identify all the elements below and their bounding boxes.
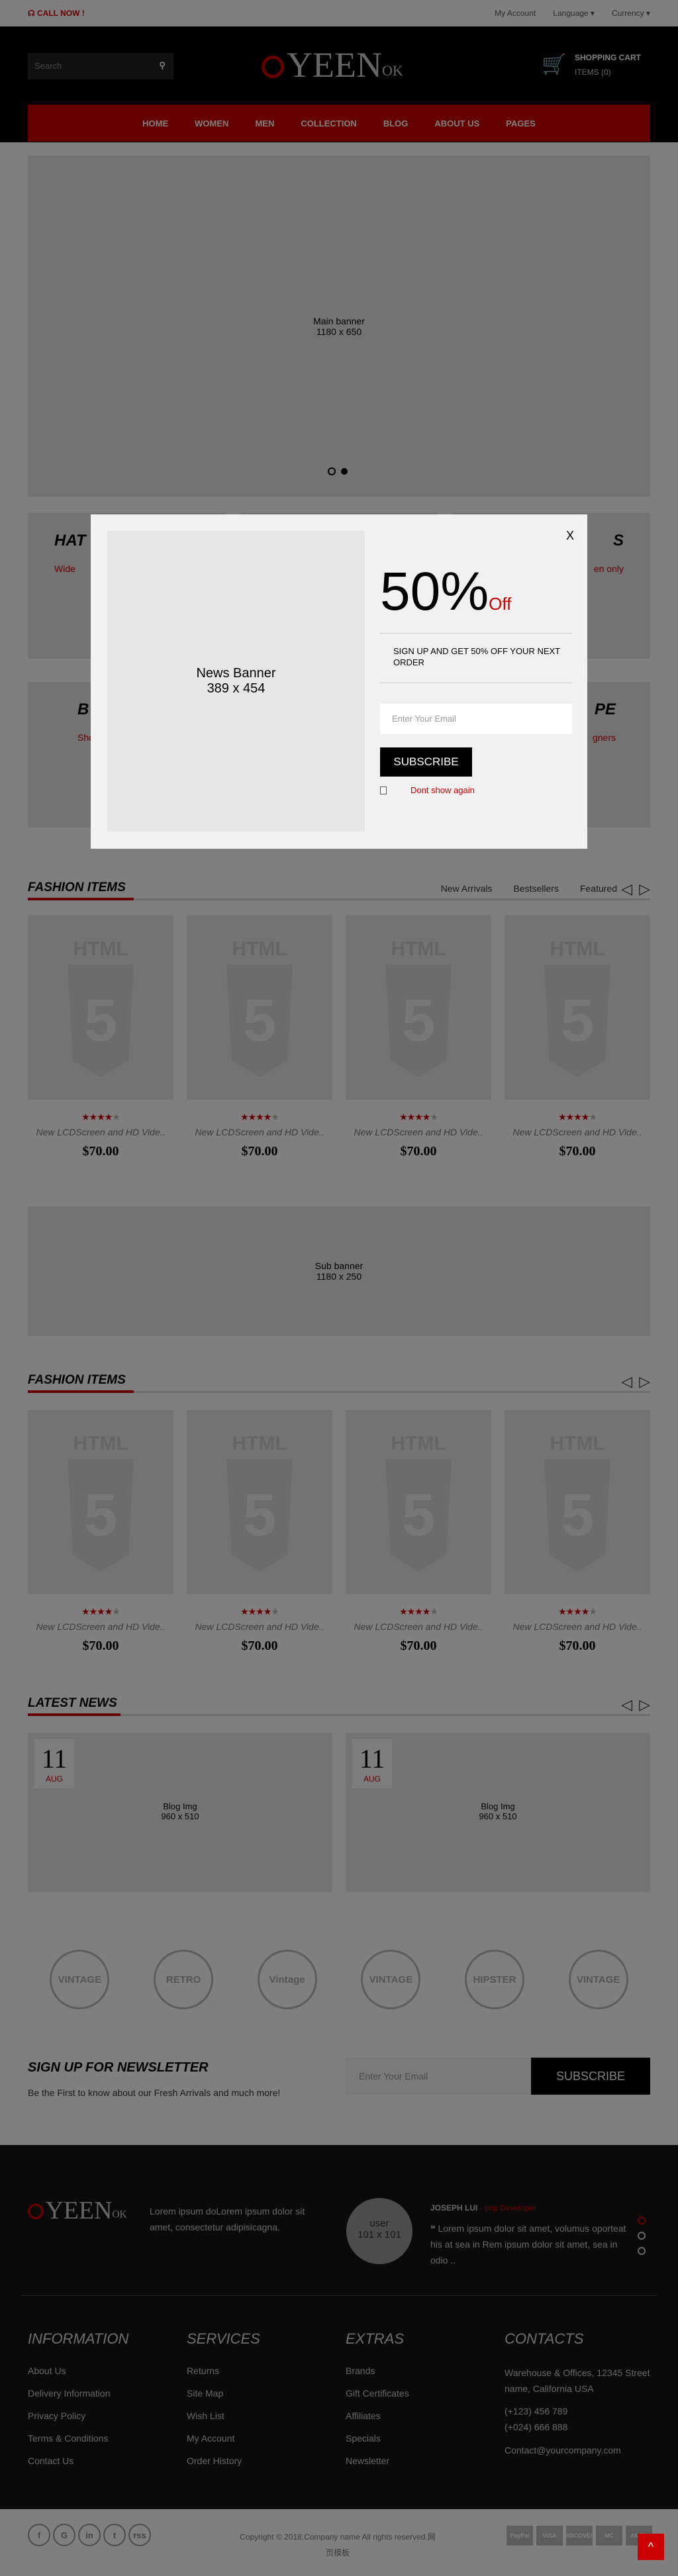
modal-overlay[interactable] (0, 0, 678, 2576)
modal-subscribe-button[interactable]: SUBSCRIBE (380, 747, 472, 777)
dont-show-label[interactable]: Dont show again (411, 785, 475, 795)
discount-headline: 50%Off (380, 561, 512, 622)
dont-show-checkbox[interactable] (380, 787, 387, 794)
close-button[interactable]: X (566, 529, 574, 543)
news-banner-image: News Banner 389 x 454 (107, 531, 365, 832)
modal-email-input[interactable]: Enter Your Email (380, 704, 572, 734)
back-to-top-button[interactable]: ^ (638, 2534, 664, 2560)
chevron-up-icon: ^ (648, 2540, 654, 2553)
newsletter-modal: News Banner 389 x 454 X 50%Off SIGN UP AN… (91, 514, 587, 849)
